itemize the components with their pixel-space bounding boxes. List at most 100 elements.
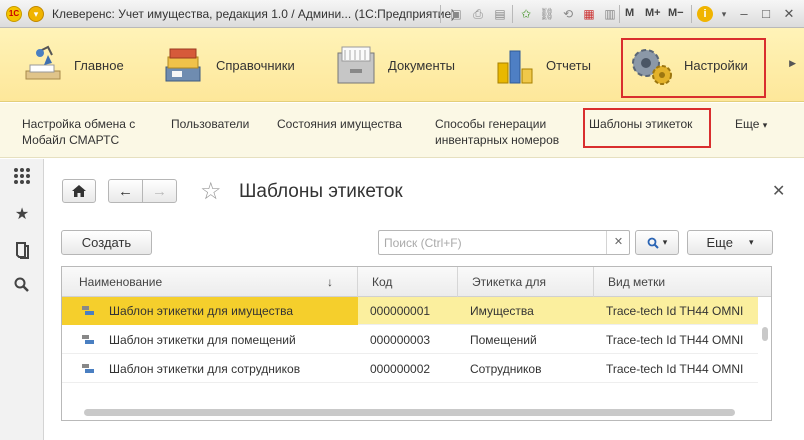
templates-table: Наименование ↓ Код Этикетка для Вид метк…: [61, 266, 772, 421]
func-exchange-settings[interactable]: Настройка обмена с Мобайл СМАРТС: [22, 116, 135, 148]
window-titlebar: 1С ▾ Клеверенс: Учет имущества, редакция…: [0, 0, 804, 28]
section-label: Справочники: [216, 57, 295, 73]
arrow-left-icon: ←: [118, 182, 133, 200]
cell-mark-type: Trace-tech Id TH44 OMNI: [606, 362, 744, 376]
table-row[interactable]: Шаблон этикетки для имущества 000000001 …: [62, 297, 758, 325]
close-form-icon[interactable]: ✕: [772, 181, 785, 201]
gears-icon: [628, 41, 676, 89]
section-catalogs[interactable]: Справочники: [160, 36, 295, 94]
link-icon[interactable]: ⛓: [538, 5, 556, 23]
func-label: Настройка обмена с: [22, 117, 136, 131]
chevron-down-icon: ▾: [762, 120, 768, 130]
vertical-scrollbar[interactable]: [759, 297, 771, 403]
section-reports[interactable]: Отчеты: [490, 36, 591, 94]
arrow-right-icon: →: [152, 182, 167, 200]
cell-mark-type: Trace-tech Id TH44 OMNI: [606, 304, 744, 318]
apps-grid-icon[interactable]: [12, 167, 32, 187]
favorites-star-icon[interactable]: ★: [12, 205, 32, 225]
toolbar-separator: [691, 5, 692, 23]
forward-button[interactable]: →: [142, 179, 177, 203]
cabinet-icon: [332, 41, 380, 89]
cell-label-for: Помещений: [470, 333, 537, 347]
favorite-star-icon[interactable]: ✩: [517, 5, 535, 23]
section-main[interactable]: Главное: [18, 36, 124, 94]
save-icon[interactable]: ▣: [447, 5, 465, 23]
home-icon: [72, 185, 86, 197]
scroll-right-icon[interactable]: ▶: [789, 58, 796, 69]
cell-label-for: Сотрудников: [470, 362, 542, 376]
home-button[interactable]: [62, 179, 96, 203]
sections-panel: Главное Справочники Документы Отчеты Нас…: [0, 28, 804, 102]
main-menu-chevron-icon[interactable]: ▾: [28, 6, 44, 22]
func-inventory-number-generation[interactable]: Способы генерации инвентарных номеров: [435, 116, 559, 148]
toolbar-separator: [512, 5, 513, 23]
column-header-label-for[interactable]: Этикетка для: [458, 267, 594, 297]
func-label: Состояния имущества: [277, 117, 402, 131]
func-label: Шаблоны этикеток: [589, 117, 693, 131]
table-header: Наименование ↓ Код Этикетка для Вид метк…: [62, 267, 771, 297]
minimize-icon[interactable]: –: [735, 5, 753, 23]
calendar-icon[interactable]: ▦: [580, 5, 598, 23]
func-property-states[interactable]: Состояния имущества: [277, 116, 402, 132]
memory-m-button[interactable]: M: [625, 7, 634, 19]
vertical-scroll-thumb[interactable]: [762, 327, 768, 341]
print-preview-icon[interactable]: ▤: [491, 5, 509, 23]
back-button[interactable]: ←: [108, 179, 143, 203]
form-title: Шаблоны этикеток: [239, 181, 403, 202]
func-more-label: Еще: [735, 117, 760, 131]
cell-name: Шаблон этикетки для сотрудников: [109, 362, 301, 376]
create-button[interactable]: Создать: [61, 230, 152, 255]
memory-plus-button[interactable]: M+: [645, 7, 661, 19]
1c-logo-icon: 1С: [6, 6, 22, 22]
section-documents[interactable]: Документы: [332, 36, 455, 94]
table-row[interactable]: Шаблон этикетки для помещений 000000003 …: [62, 326, 758, 354]
table-row[interactable]: Шаблон этикетки для сотрудников 00000000…: [62, 355, 758, 383]
column-header-name[interactable]: Наименование ↓: [62, 267, 358, 297]
section-label: Документы: [388, 57, 456, 73]
add-to-favorites-star-icon[interactable]: ☆: [200, 177, 222, 206]
maximize-icon[interactable]: □: [757, 5, 775, 23]
horizontal-scroll-thumb[interactable]: [84, 409, 735, 416]
cell-code: 000000002: [370, 362, 431, 376]
cell-code: 000000001: [370, 304, 431, 318]
clear-search-icon[interactable]: ✕: [606, 231, 630, 254]
search-input[interactable]: [378, 230, 630, 255]
chevron-down-icon: ▾: [748, 237, 754, 247]
column-header-label: Наименование: [79, 275, 163, 289]
info-icon[interactable]: i: [697, 6, 713, 22]
section-settings[interactable]: Настройки: [628, 36, 748, 94]
print-icon[interactable]: ⎙: [469, 5, 487, 23]
column-header-mark-type[interactable]: Вид метки: [594, 267, 758, 297]
close-window-icon[interactable]: ✕: [780, 5, 798, 23]
cell-mark-type: Trace-tech Id TH44 OMNI: [606, 333, 744, 347]
func-label-templates[interactable]: Шаблоны этикеток: [589, 116, 692, 132]
bar-chart-icon: [490, 41, 538, 89]
search-options-button[interactable]: ▾: [635, 230, 679, 255]
form-more-label: Еще: [706, 235, 733, 250]
info-dropdown-icon[interactable]: ▾: [715, 5, 733, 23]
template-row-icon: [82, 364, 94, 373]
history-clipboard-icon[interactable]: [12, 241, 32, 261]
cell-name: Шаблон этикетки для имущества: [62, 297, 358, 325]
func-label: Пользователи: [171, 117, 250, 131]
form-more-button[interactable]: Еще ▾: [687, 230, 773, 255]
toolbar-separator: [619, 5, 620, 23]
func-label: Мобайл СМАРТС: [22, 133, 120, 147]
chevron-down-icon: ▾: [662, 237, 668, 247]
column-header-code[interactable]: Код: [358, 267, 458, 297]
toolbar-separator: [440, 5, 441, 23]
memory-minus-button[interactable]: M−: [668, 7, 684, 19]
calculator-icon[interactable]: ▥: [601, 5, 619, 23]
window-title: Клеверенс: Учет имущества, редакция 1.0 …: [52, 7, 456, 21]
horizontal-scrollbar[interactable]: [62, 404, 771, 420]
func-more-button[interactable]: Еще ▾: [735, 116, 767, 133]
label-templates-form: ← → ☆ Шаблоны этикеток ✕ Создать ✕ ▾ Еще…: [44, 159, 804, 440]
search-icon[interactable]: [12, 277, 32, 297]
functions-panel: Настройка обмена с Мобайл СМАРТС Пользов…: [0, 103, 804, 158]
func-users[interactable]: Пользователи: [171, 116, 249, 132]
section-label: Отчеты: [546, 57, 591, 73]
history-icon[interactable]: ⟲: [559, 5, 577, 23]
func-label: Способы генерации: [435, 117, 547, 131]
cell-name: Шаблон этикетки для помещений: [109, 333, 296, 347]
func-label: инвентарных номеров: [435, 133, 560, 147]
